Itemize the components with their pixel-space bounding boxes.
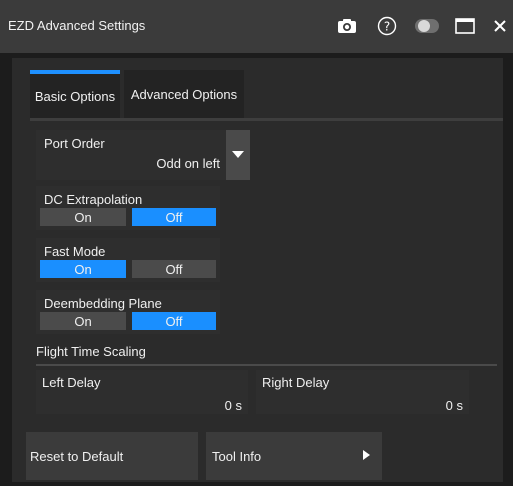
left-delay-field[interactable]: Left Delay 0 s	[36, 370, 248, 414]
tab-basic-options[interactable]: Basic Options	[30, 70, 120, 118]
dc-extrapolation-setting: DC Extrapolation On Off	[36, 186, 220, 230]
deembedding-plane-label: Deembedding Plane	[44, 296, 162, 311]
tab-advanced-options[interactable]: Advanced Options	[124, 70, 244, 118]
port-order-label: Port Order	[44, 136, 105, 151]
camera-icon[interactable]	[336, 16, 358, 36]
tab-underline	[30, 118, 503, 121]
flight-time-scaling-heading: Flight Time Scaling	[36, 344, 146, 359]
right-delay-label: Right Delay	[262, 375, 330, 390]
window-title: EZD Advanced Settings	[8, 18, 146, 33]
maximize-icon[interactable]	[454, 16, 476, 36]
tool-info-label: Tool Info	[212, 448, 262, 464]
left-delay-value: 0 s	[224, 398, 242, 413]
toggle-icon[interactable]	[414, 16, 440, 36]
dc-extrapolation-on-button[interactable]: On	[40, 208, 126, 226]
section-divider	[36, 364, 497, 366]
dc-extrapolation-label: DC Extrapolation	[44, 192, 143, 207]
port-order-selector[interactable]: Port Order Odd on left	[36, 130, 250, 180]
close-icon[interactable]	[490, 16, 510, 36]
deembedding-plane-off-button[interactable]: Off	[132, 312, 216, 330]
fast-mode-off-button[interactable]: Off	[132, 260, 216, 278]
fast-mode-setting: Fast Mode On Off	[36, 238, 220, 282]
reset-to-default-label: Reset to Default	[30, 448, 124, 464]
deembedding-plane-setting: Deembedding Plane On Off	[36, 290, 220, 334]
play-arrow-icon	[363, 450, 370, 460]
right-delay-value: 0 s	[445, 398, 463, 413]
deembedding-plane-on-button[interactable]: On	[40, 312, 126, 330]
dc-extrapolation-off-button[interactable]: Off	[132, 208, 216, 226]
help-icon[interactable]: ?	[376, 16, 398, 36]
right-delay-field[interactable]: Right Delay 0 s	[256, 370, 469, 414]
fast-mode-label: Fast Mode	[44, 244, 106, 259]
chevron-down-icon[interactable]	[226, 130, 250, 180]
left-delay-label: Left Delay	[42, 375, 101, 390]
svg-text:?: ?	[384, 20, 390, 34]
ezd-advanced-settings-window: EZD Advanced Settings ? Basic Options Ad…	[0, 0, 513, 486]
port-order-value: Odd on left	[156, 156, 220, 171]
tool-info-button[interactable]: Tool Info	[206, 432, 382, 480]
title-bar: EZD Advanced Settings ?	[0, 0, 513, 53]
fast-mode-on-button[interactable]: On	[40, 260, 126, 278]
reset-to-default-button[interactable]: Reset to Default	[26, 432, 198, 480]
